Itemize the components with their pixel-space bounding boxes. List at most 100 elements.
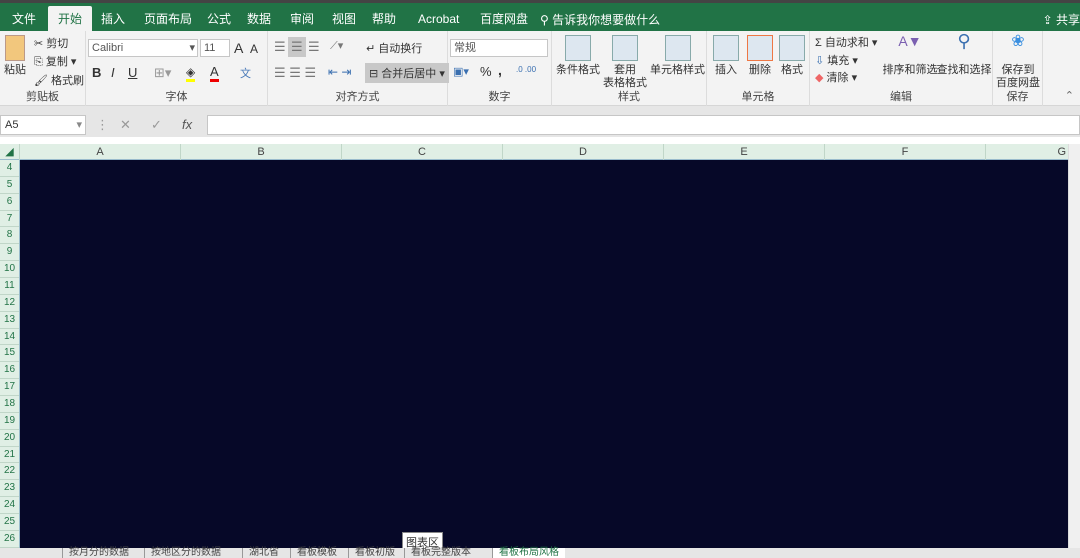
font-color-button[interactable]: A [210, 64, 219, 82]
menu-tab[interactable]: 公式 [197, 6, 241, 34]
collapse-ribbon-icon[interactable]: ⌃ [1065, 89, 1074, 102]
column-header[interactable]: B [181, 144, 342, 160]
copy-button[interactable]: ⎘ 复制 ▾ [34, 53, 76, 69]
format-painter-button[interactable]: 🖌 格式刷 [34, 72, 84, 88]
cancel-icon[interactable]: ✕ [120, 117, 131, 133]
sheet-tab[interactable]: 按地区分的数据 [144, 548, 227, 558]
shrink-font-button[interactable]: A [250, 42, 258, 56]
menu-tab[interactable]: 百度网盘 [470, 6, 538, 34]
insert-cells-button[interactable]: 插入 [709, 35, 743, 77]
row-header[interactable]: 8 [0, 227, 19, 245]
decimal-buttons[interactable]: .0 .00 [516, 65, 536, 74]
align-top-button[interactable]: ☰ [274, 39, 286, 55]
cut-button[interactable]: ✂ 剪切 [34, 35, 68, 51]
row-header[interactable]: 26 [0, 531, 19, 548]
row-header[interactable]: 7 [0, 211, 19, 228]
font-size-select[interactable]: 11 [200, 39, 230, 57]
clear-button[interactable]: ◆ 清除 ▾ [815, 69, 857, 85]
menu-tab[interactable]: 页面布局 [134, 6, 202, 34]
column-header[interactable]: E [664, 144, 825, 160]
row-header[interactable]: 20 [0, 430, 19, 447]
percent-button[interactable]: % [480, 64, 492, 79]
menu-tab[interactable]: 帮助 [362, 6, 406, 34]
sort-filter-button[interactable]: A▼ 排序和筛选 [882, 34, 938, 77]
insert-function-button[interactable]: fx [182, 117, 192, 132]
row-header[interactable]: 15 [0, 345, 19, 363]
menu-tab[interactable]: 数据 [237, 6, 281, 34]
sheet-tab[interactable]: 湖北省 [242, 548, 285, 558]
enter-icon[interactable]: ✓ [151, 117, 162, 133]
menu-tab[interactable]: 视图 [322, 6, 366, 34]
row-header[interactable]: 25 [0, 514, 19, 531]
formula-input[interactable] [207, 115, 1080, 135]
indent-buttons[interactable]: ⇤ ⇥ [328, 65, 351, 79]
wrap-text-button[interactable]: ↵ 自动换行 [366, 40, 422, 56]
select-all-button[interactable]: ◢ [0, 144, 20, 160]
fill-color-button[interactable]: ◈ [186, 65, 196, 82]
font-name-select[interactable]: Calibri ▾ [88, 39, 198, 57]
row-header[interactable]: 16 [0, 362, 19, 380]
delete-cells-button[interactable]: 删除 [743, 35, 777, 77]
row-header[interactable]: 12 [0, 295, 19, 312]
row-header[interactable]: 24 [0, 497, 19, 515]
bold-button[interactable]: B [92, 65, 101, 80]
cell-styles-button[interactable]: 单元格样式 [650, 35, 705, 77]
row-header[interactable]: 11 [0, 278, 19, 295]
row-header[interactable]: 19 [0, 413, 19, 430]
save-to-baidu-button[interactable]: ❀ 保存到 百度网盘 [995, 34, 1041, 90]
sheet-tab[interactable]: 看板初版 [348, 548, 401, 558]
fill-button[interactable]: ⇩ 填充 ▾ [815, 52, 858, 68]
vertical-scrollbar[interactable] [1068, 144, 1080, 548]
sheet-tab[interactable]: 看板模板 [290, 548, 343, 558]
sheet-tab[interactable]: 看板完整版本 [404, 548, 477, 558]
column-header[interactable]: G [986, 144, 1068, 160]
grow-font-button[interactable]: A [234, 40, 243, 56]
menu-tab[interactable]: Acrobat [408, 6, 469, 34]
column-header[interactable]: D [503, 144, 664, 160]
merge-center-button[interactable]: ⊟ 合并后居中 ▾ [365, 63, 449, 83]
comma-button[interactable]: , [498, 62, 502, 78]
row-header[interactable]: 5 [0, 177, 19, 194]
sheet-tab[interactable]: 按月分的数据 [62, 548, 135, 558]
sheet-tab[interactable]: 看板布局风格 [492, 548, 565, 558]
currency-button[interactable]: ▣▾ [453, 65, 469, 78]
conditional-format-button[interactable]: 条件格式 [554, 35, 602, 77]
row-header[interactable]: 22 [0, 463, 19, 481]
orientation-button[interactable]: ⟋▾ [330, 39, 343, 53]
menu-tab[interactable]: 文件 [2, 6, 46, 34]
autosum-button[interactable]: Σ 自动求和 ▾ [815, 34, 877, 50]
row-header[interactable]: 6 [0, 194, 19, 211]
menu-tab[interactable]: 审阅 [280, 6, 324, 34]
row-header[interactable]: 9 [0, 244, 19, 262]
italic-button[interactable]: I [111, 65, 115, 80]
row-header[interactable]: 10 [0, 261, 19, 279]
menu-tab[interactable]: 插入 [91, 6, 135, 34]
align-left-button[interactable]: ☰ ☰ ☰ [274, 65, 316, 81]
share-button[interactable]: ⇪ 共享 [1043, 7, 1080, 33]
tell-me-search[interactable]: ⚲ 告诉我你想要做什么 [540, 7, 660, 33]
paste-button[interactable]: 粘贴 [3, 35, 27, 77]
row-header[interactable]: 21 [0, 447, 19, 464]
row-header[interactable]: 17 [0, 379, 19, 397]
column-header[interactable]: A [20, 144, 181, 160]
align-middle-button[interactable]: ☰ [288, 37, 306, 57]
row-header[interactable]: 23 [0, 480, 19, 498]
format-cells-button[interactable]: 格式 [775, 35, 809, 77]
number-format-select[interactable]: 常规 [450, 39, 548, 57]
chart-area[interactable] [20, 160, 1068, 548]
cut-label: 剪切 [46, 38, 69, 50]
underline-button[interactable]: U [128, 65, 137, 80]
row-header[interactable]: 14 [0, 329, 19, 346]
menu-tab[interactable]: 开始 [48, 6, 93, 34]
column-header[interactable]: C [342, 144, 503, 160]
find-select-button[interactable]: ⚲ 查找和选择 [936, 32, 992, 77]
format-as-table-button[interactable]: 套用 表格格式 [600, 35, 650, 90]
row-header[interactable]: 4 [0, 160, 19, 177]
align-bottom-button[interactable]: ☰ [308, 39, 320, 55]
name-box[interactable]: A5 ▾ [0, 115, 86, 135]
borders-button[interactable]: ⊞▾ [154, 65, 171, 81]
column-header[interactable]: F [825, 144, 986, 160]
row-header[interactable]: 13 [0, 312, 19, 329]
phonetic-button[interactable]: 文 [240, 65, 251, 81]
row-header[interactable]: 18 [0, 396, 19, 413]
